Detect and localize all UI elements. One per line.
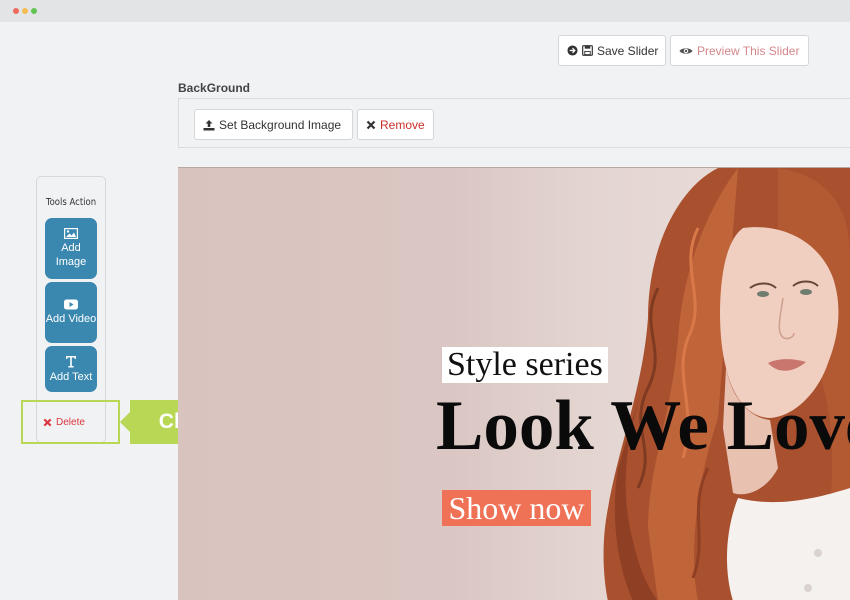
- preview-slider-label: Preview This Slider: [697, 43, 800, 58]
- add-image-button[interactable]: Add Image: [45, 218, 97, 279]
- close-icon: [43, 418, 52, 427]
- text-icon: [66, 355, 76, 367]
- set-background-image-button[interactable]: Set Background Image: [194, 109, 353, 140]
- window-titlebar: [0, 0, 850, 22]
- save-slider-label: Save Slider: [597, 43, 659, 58]
- maximize-window-dot[interactable]: [31, 8, 37, 14]
- preview-slider-button[interactable]: Preview This Slider: [670, 35, 809, 66]
- slide-subtitle[interactable]: Style series: [442, 347, 608, 383]
- close-icon: [366, 120, 376, 129]
- delete-label: Delete: [56, 417, 85, 428]
- save-slider-button[interactable]: Save Slider: [558, 35, 666, 66]
- video-play-icon: [64, 299, 78, 310]
- model-photo: [603, 168, 850, 600]
- add-video-label: Add Video: [45, 313, 97, 325]
- add-video-button[interactable]: Add Video: [45, 282, 97, 343]
- add-image-label: Add Image: [55, 242, 87, 268]
- image-icon: [64, 228, 78, 239]
- remove-background-label: Remove: [380, 117, 425, 132]
- slider-canvas[interactable]: [178, 167, 850, 600]
- arrow-circle-right-icon: [567, 45, 578, 56]
- upload-icon: [203, 119, 215, 130]
- background-section-title: BackGround: [178, 81, 251, 95]
- delete-button[interactable]: Delete: [43, 417, 85, 428]
- slide-headline[interactable]: Look We Love: [436, 386, 850, 466]
- set-background-image-label: Set Background Image: [219, 117, 342, 132]
- close-window-dot[interactable]: [13, 8, 19, 14]
- tools-action-title: Tools Action: [45, 197, 97, 208]
- slide-cta-button[interactable]: Show now: [442, 490, 591, 526]
- eye-icon: [679, 47, 693, 54]
- remove-background-button[interactable]: Remove: [357, 109, 434, 140]
- floppy-disk-icon: [582, 45, 593, 56]
- add-text-label: Add Text: [49, 370, 93, 383]
- minimize-window-dot[interactable]: [22, 8, 28, 14]
- add-text-button[interactable]: Add Text: [45, 346, 97, 392]
